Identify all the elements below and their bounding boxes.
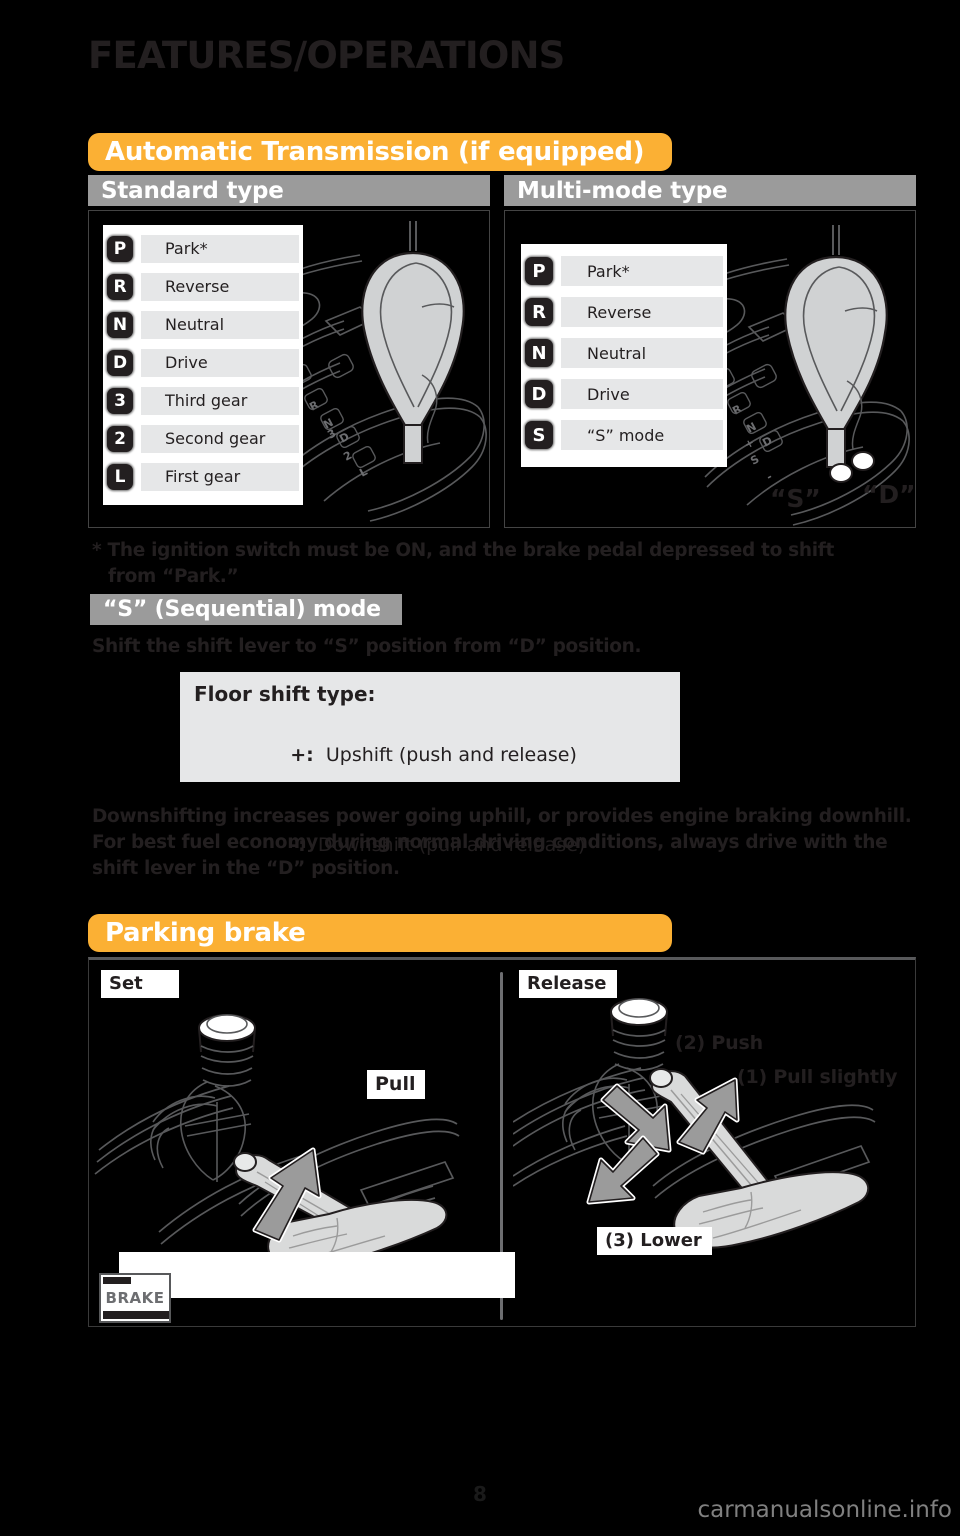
brake-indicator-label: BRAKE xyxy=(105,1289,165,1307)
svg-text:+: + xyxy=(742,436,756,452)
gear-badge-r: R xyxy=(525,298,553,326)
manual-page: FEATURES/OPERATIONS Automatic Transmissi… xyxy=(0,0,960,1536)
subheader-multi-mode-type: Multi-mode type xyxy=(504,175,916,206)
gear-label-first-gear: First gear xyxy=(141,462,299,491)
gear-row: R Reverse xyxy=(103,269,299,304)
illustration-panel-multi-mode-type: P R N D + S - xyxy=(504,210,916,528)
floor-shift-title: Floor shift type: xyxy=(194,682,376,706)
sequential-mode-intro: Shift the shift lever to “S” position fr… xyxy=(92,636,642,657)
gear-label-reverse: Reverse xyxy=(141,272,299,301)
illustration-panel-parking-brake: Set Release Pull (2) Push (1) Pull sligh… xyxy=(88,957,916,1327)
watermark: carmanualsonline.info xyxy=(697,1497,952,1523)
upshift-text: Upshift (push and release) xyxy=(313,744,577,766)
footnote-line-1: * The ignition switch must be ON, and th… xyxy=(92,540,835,561)
gear-label-park: Park* xyxy=(561,256,723,286)
gear-row: N Neutral xyxy=(103,307,299,342)
gear-row: S “S” mode xyxy=(521,416,723,454)
gear-label-drive: Drive xyxy=(141,348,299,377)
brake-indicator-icon: BRAKE xyxy=(99,1273,171,1323)
gear-badge-p: P xyxy=(107,235,133,262)
section-banner-parking-brake: Parking brake xyxy=(88,914,672,952)
gear-badge-p: P xyxy=(525,257,553,285)
svg-text:-: - xyxy=(764,470,774,484)
gear-position-list-standard: P Park* R Reverse N Neutral D Drive 3 Th… xyxy=(103,225,303,505)
gear-row: P Park* xyxy=(103,231,299,266)
gate-label-d: “D” xyxy=(862,480,916,509)
gear-badge-l: L xyxy=(107,463,133,490)
gear-label-s-mode: “S” mode xyxy=(561,420,723,450)
gear-badge-s: S xyxy=(525,421,553,449)
gear-badge-2: 2 xyxy=(107,425,133,452)
upshift-sign: +: xyxy=(290,744,314,766)
gear-row: D Drive xyxy=(521,375,723,413)
panel-white-strip xyxy=(119,1252,509,1298)
subheader-standard-type: Standard type xyxy=(88,175,490,206)
gear-badge-n: N xyxy=(107,311,133,338)
label-pull: Pull xyxy=(367,1070,426,1099)
gear-label-neutral: Neutral xyxy=(561,338,723,368)
gear-label-drive: Drive xyxy=(561,379,723,409)
gear-label-neutral: Neutral xyxy=(141,310,299,339)
gear-label-park: Park* xyxy=(141,234,299,263)
gear-badge-r: R xyxy=(107,273,133,300)
gear-row: R Reverse xyxy=(521,293,723,331)
floor-shift-type-box: Floor shift type: +: Upshift (push and r… xyxy=(180,672,680,856)
illustration-panel-standard-type: P R N D 3 2 L xyxy=(88,210,490,528)
gear-row: N Neutral xyxy=(521,334,723,372)
footnote-line-2: from “Park.” xyxy=(108,566,239,587)
gear-label-reverse: Reverse xyxy=(561,297,723,327)
gate-label-s: “S” xyxy=(770,484,821,513)
footnote-park-shift: * The ignition switch must be ON, and th… xyxy=(92,538,918,590)
gear-row: 3 Third gear xyxy=(103,383,299,418)
label-step-3-lower: (3) Lower xyxy=(597,1227,712,1255)
gear-position-list-multi-mode: P Park* R Reverse N Neutral D Drive S “S… xyxy=(521,244,727,467)
gear-badge-n: N xyxy=(525,339,553,367)
gear-row: 2 Second gear xyxy=(103,421,299,456)
gear-row: L First gear xyxy=(103,459,299,494)
gear-badge-d: D xyxy=(107,349,133,376)
gear-badge-3: 3 xyxy=(107,387,133,414)
panel-white-strip-right xyxy=(503,1252,515,1298)
page-title: FEATURES/OPERATIONS xyxy=(88,34,565,77)
svg-text:S: S xyxy=(748,452,761,467)
lower-arrow-icon xyxy=(586,1135,660,1205)
gear-label-second-gear: Second gear xyxy=(141,424,299,453)
label-step-1-pull-slightly: (1) Pull slightly xyxy=(737,1066,898,1088)
downshifting-note: Downshifting increases power going uphil… xyxy=(92,806,912,879)
parking-brake-set-illustration xyxy=(94,1014,460,1270)
floor-shift-upshift-row: +: Upshift (push and release) xyxy=(194,710,680,800)
subheader-sequential-mode: “S” (Sequential) mode xyxy=(90,594,402,625)
gear-badge-d: D xyxy=(525,380,553,408)
label-step-2-push: (2) Push xyxy=(675,1032,763,1054)
section-banner-automatic-transmission: Automatic Transmission (if equipped) xyxy=(88,133,672,171)
gear-label-third-gear: Third gear xyxy=(141,386,299,415)
gear-row: D Drive xyxy=(103,345,299,380)
gear-row: P Park* xyxy=(521,252,723,290)
